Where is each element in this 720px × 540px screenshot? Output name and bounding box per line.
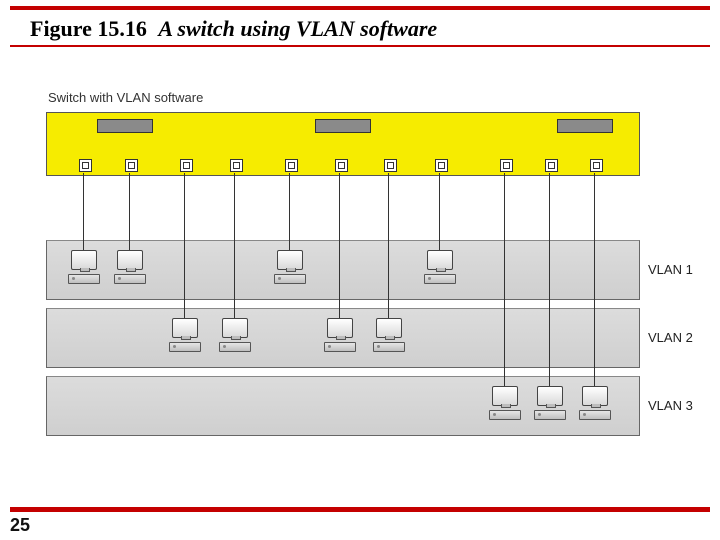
- switch-port: [500, 159, 513, 172]
- switch-port: [125, 159, 138, 172]
- switch-port: [230, 159, 243, 172]
- switch-port: [384, 159, 397, 172]
- header-rule-thin: [10, 45, 710, 47]
- cable: [339, 173, 340, 319]
- vlan-label: VLAN 3: [648, 398, 708, 413]
- cable: [129, 173, 130, 251]
- switch-body: [46, 112, 640, 176]
- vlan-label: VLAN 2: [648, 330, 708, 345]
- switch-port: [545, 159, 558, 172]
- switch-label: Switch with VLAN software: [48, 90, 203, 105]
- cable: [289, 173, 290, 251]
- vlan-label: VLAN 1: [648, 262, 708, 277]
- computer-icon: [274, 250, 308, 284]
- switch-port: [285, 159, 298, 172]
- figure-caption: A switch using VLAN software: [158, 16, 437, 41]
- switch-port: [435, 159, 448, 172]
- computer-icon: [534, 386, 568, 420]
- cable: [439, 173, 440, 251]
- switch-module: [315, 119, 371, 133]
- switch-port: [79, 159, 92, 172]
- switch-module: [557, 119, 613, 133]
- header-rule-thick: [10, 6, 710, 10]
- figure-number: Figure 15.16: [30, 16, 147, 41]
- computer-icon: [68, 250, 102, 284]
- cable: [504, 173, 505, 387]
- switch-port: [590, 159, 603, 172]
- switch-port: [335, 159, 348, 172]
- computer-icon: [114, 250, 148, 284]
- computer-icon: [373, 318, 407, 352]
- cable: [83, 173, 84, 251]
- vlan-diagram: Switch with VLAN software VLAN 1 VLAN 2 …: [46, 90, 706, 470]
- page-number: 25: [10, 515, 30, 536]
- footer-rule: [10, 507, 710, 512]
- cable: [184, 173, 185, 319]
- cable: [388, 173, 389, 319]
- switch-port: [180, 159, 193, 172]
- figure-title-row: Figure 15.16 A switch using VLAN softwar…: [30, 16, 690, 42]
- computer-icon: [489, 386, 523, 420]
- switch-module: [97, 119, 153, 133]
- cable: [549, 173, 550, 387]
- computer-icon: [219, 318, 253, 352]
- computer-icon: [169, 318, 203, 352]
- computer-icon: [324, 318, 358, 352]
- cable: [234, 173, 235, 319]
- computer-icon: [579, 386, 613, 420]
- cable: [594, 173, 595, 387]
- computer-icon: [424, 250, 458, 284]
